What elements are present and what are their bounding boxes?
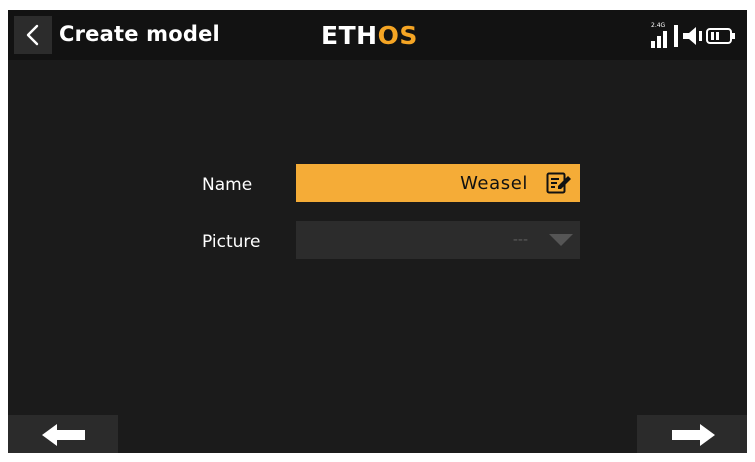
signal-bars-icon bbox=[651, 31, 667, 48]
page-title: Create model bbox=[59, 22, 220, 46]
speaker-icon bbox=[683, 27, 702, 45]
status-area: 2.4G bbox=[640, 22, 740, 50]
ethos-logo: ETHOS bbox=[321, 23, 418, 48]
picture-label: Picture bbox=[202, 232, 261, 252]
band-label: 2.4G bbox=[651, 22, 666, 29]
logo-text-accent: OS bbox=[377, 21, 418, 50]
chevron-left-icon bbox=[26, 24, 39, 46]
name-field[interactable]: Weasel bbox=[296, 164, 580, 202]
picture-value: --- bbox=[512, 232, 528, 248]
logo-text-main: ETH bbox=[321, 21, 378, 50]
picture-select[interactable]: --- bbox=[296, 221, 580, 259]
triangle-down-icon bbox=[549, 234, 573, 246]
divider-icon bbox=[674, 25, 678, 47]
next-button[interactable] bbox=[637, 415, 747, 453]
name-value: Weasel bbox=[460, 173, 528, 194]
name-label: Name bbox=[202, 175, 253, 195]
header-bar: Create model ETHOS 2.4G bbox=[8, 10, 747, 60]
device-screen: Create model ETHOS 2.4G Name Weasel Pict… bbox=[8, 10, 747, 453]
battery-icon bbox=[706, 28, 735, 44]
edit-icon[interactable] bbox=[546, 172, 572, 194]
back-button[interactable] bbox=[14, 16, 52, 54]
arrow-left-icon bbox=[42, 424, 85, 446]
previous-button[interactable] bbox=[8, 415, 118, 453]
arrow-right-icon bbox=[672, 424, 715, 446]
